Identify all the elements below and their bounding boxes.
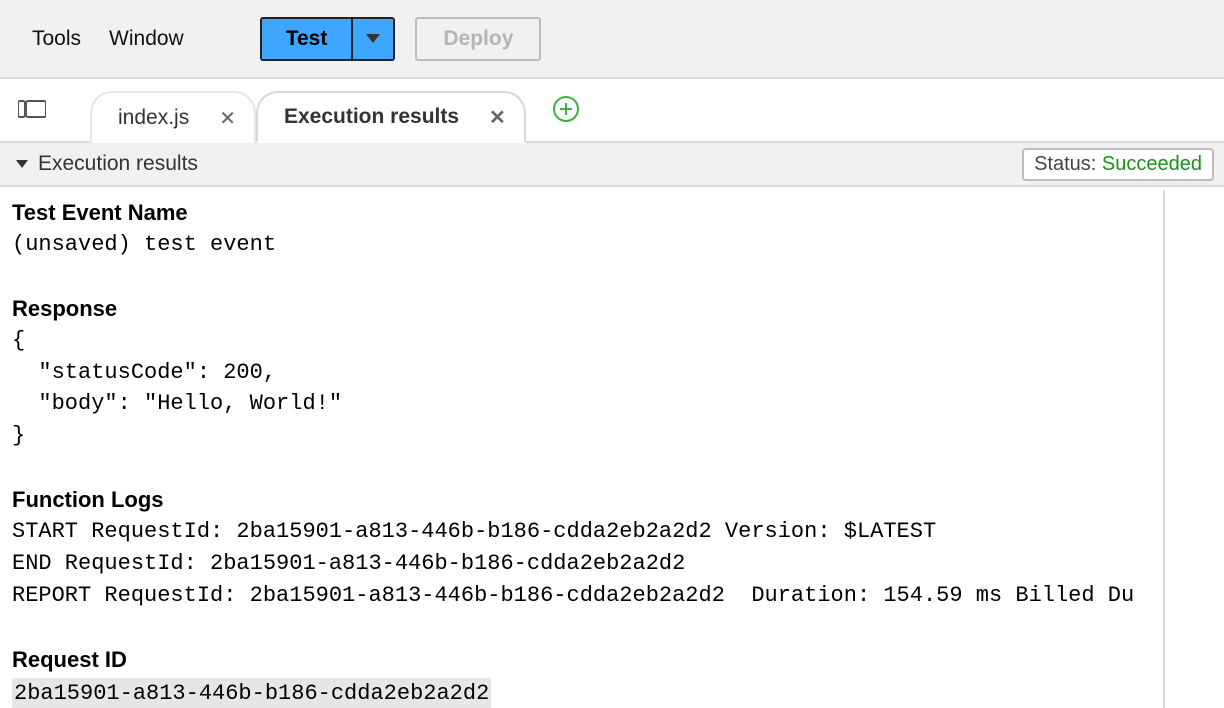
request-id-value: 2ba15901-a813-446b-b186-cdda2eb2a2d2: [12, 678, 491, 708]
panel-header-left: Execution results: [16, 152, 198, 176]
test-event-name-heading: Test Event Name: [12, 197, 1166, 229]
add-tab-icon[interactable]: [552, 95, 580, 126]
response-heading: Response: [12, 293, 1166, 325]
tab-file[interactable]: index.js ✕: [90, 91, 256, 143]
function-logs-heading: Function Logs: [12, 484, 1166, 516]
request-id-heading: Request ID: [12, 644, 1166, 676]
response-body: { "statusCode": 200, "body": "Hello, Wor…: [12, 325, 1166, 453]
status-label: Status:: [1034, 153, 1102, 175]
execution-panel-header: Execution results Status: Succeeded: [0, 143, 1224, 187]
test-button-group: Test: [260, 17, 396, 61]
tab-file-label: index.js: [118, 106, 189, 130]
panel-title: Execution results: [38, 152, 198, 176]
test-dropdown-button[interactable]: [351, 19, 393, 59]
tab-results-label: Execution results: [284, 105, 459, 129]
toolbar: Tools Window Test Deploy: [0, 0, 1224, 79]
tabs-overflow-icon[interactable]: [18, 99, 46, 122]
test-event-name-value: (unsaved) test event: [12, 229, 1166, 261]
chevron-down-icon: [366, 34, 380, 43]
deploy-button[interactable]: Deploy: [415, 17, 541, 61]
tab-bar: index.js ✕ Execution results ✕: [0, 79, 1224, 143]
status-badge: Status: Succeeded: [1022, 148, 1214, 181]
status-value: Succeeded: [1102, 153, 1202, 175]
menu-window[interactable]: Window: [105, 23, 188, 55]
execution-results-content: Test Event Name (unsaved) test event Res…: [0, 187, 1224, 708]
close-icon[interactable]: ✕: [489, 105, 506, 130]
collapse-icon[interactable]: [16, 160, 28, 168]
function-logs-body: START RequestId: 2ba15901-a813-446b-b186…: [12, 516, 1166, 612]
close-icon[interactable]: ✕: [219, 106, 236, 131]
tab-execution-results[interactable]: Execution results ✕: [256, 91, 526, 143]
menu-tools[interactable]: Tools: [28, 23, 85, 55]
test-button[interactable]: Test: [262, 19, 352, 59]
toolbar-buttons: Test Deploy: [260, 17, 542, 61]
